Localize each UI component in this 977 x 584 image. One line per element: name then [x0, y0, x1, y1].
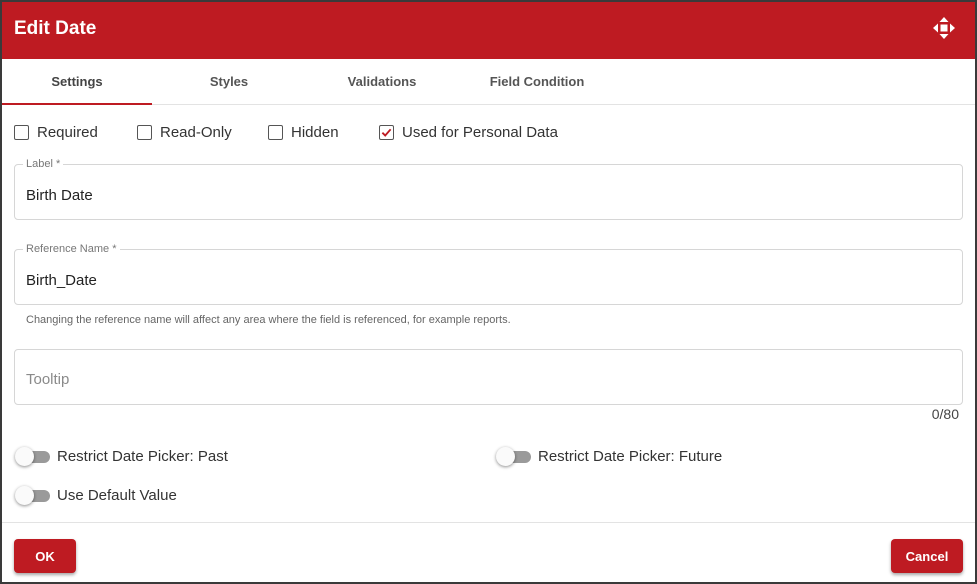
label-field-legend: Label * [23, 157, 64, 171]
toggle-thumb[interactable] [496, 447, 515, 466]
label-field[interactable]: Label * Birth Date [14, 157, 963, 220]
checkbox-box[interactable] [268, 125, 283, 140]
ok-button[interactable]: OK [14, 539, 76, 573]
tab-styles[interactable]: Styles [179, 59, 279, 105]
cancel-button[interactable]: Cancel [891, 539, 963, 573]
tab-settings[interactable]: Settings [2, 59, 152, 105]
checkbox-label: Read-Only [160, 124, 232, 141]
reference-name-value[interactable]: Birth_Date [26, 272, 97, 290]
tab-field-condition[interactable]: Field Condition [477, 59, 597, 105]
tab-bar: Settings Styles Validations Field Condit… [2, 59, 975, 105]
tooltip-field[interactable] [14, 349, 963, 405]
checkbox-label: Hidden [291, 124, 339, 141]
toggle-label: Restrict Date Picker: Future [538, 448, 723, 465]
reference-name-legend: Reference Name * [23, 242, 120, 256]
checkbox-label: Required [37, 124, 98, 141]
toggle-thumb[interactable] [15, 447, 34, 466]
checkbox-box[interactable] [14, 125, 29, 140]
toggle-label: Use Default Value [57, 487, 177, 504]
toggle-label: Restrict Date Picker: Past [57, 448, 228, 465]
checkbox-label: Used for Personal Data [402, 124, 558, 141]
tooltip-input[interactable] [26, 368, 946, 390]
move-arrows-icon[interactable] [932, 16, 956, 40]
edit-date-dialog: Edit Date Settings Styles Validations Fi… [0, 0, 977, 584]
reference-name-field[interactable]: Reference Name * Birth_Date [14, 242, 963, 305]
toggle-thumb[interactable] [15, 486, 34, 505]
checkbox-box[interactable] [137, 125, 152, 140]
tooltip-char-counter: 0/80 [931, 406, 959, 422]
tab-validations[interactable]: Validations [332, 59, 432, 105]
reference-name-hint: Changing the reference name will affect … [26, 314, 511, 326]
dialog-title: Edit Date [14, 18, 97, 39]
dialog-footer: OK Cancel [2, 522, 975, 582]
checkbox-box[interactable] [379, 125, 394, 140]
label-field-value[interactable]: Birth Date [26, 187, 93, 205]
dialog-header: Edit Date [2, 2, 975, 59]
checkmark-icon [381, 128, 392, 137]
